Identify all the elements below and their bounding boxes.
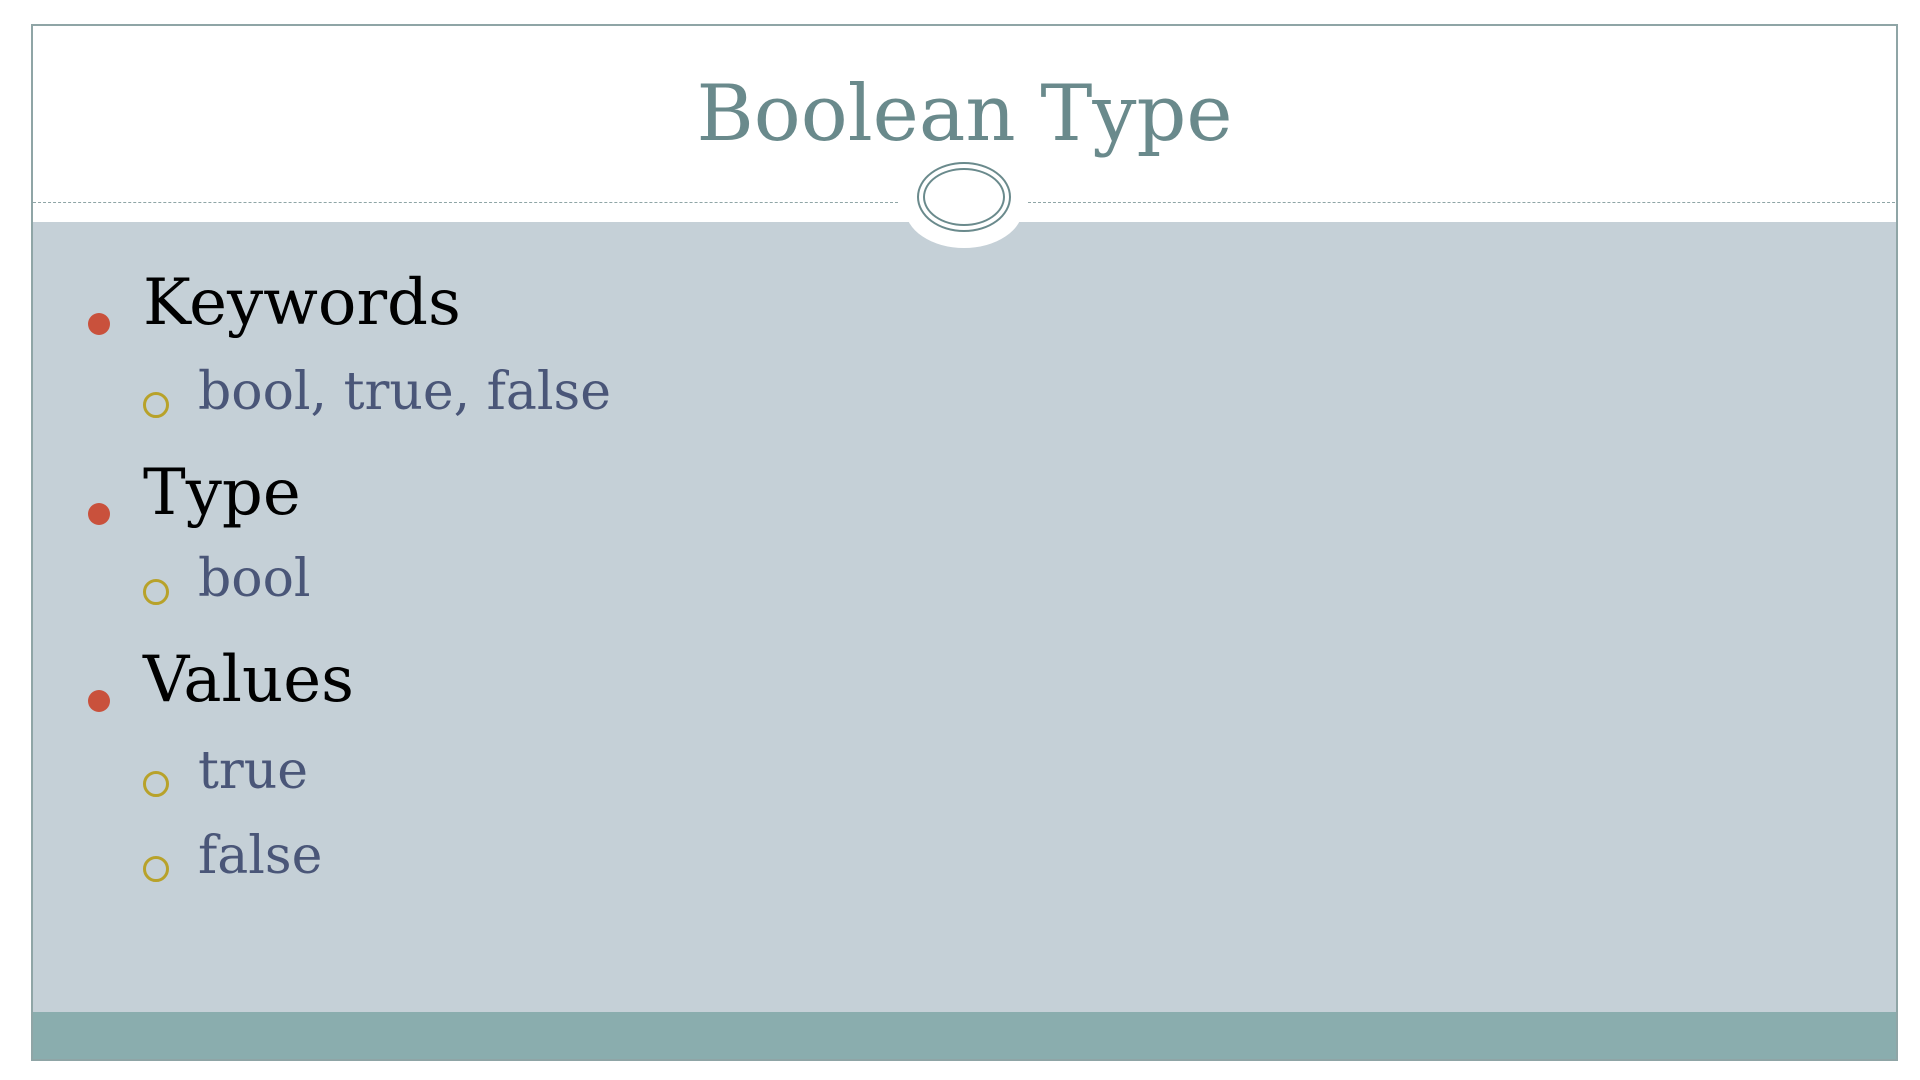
sub-item-values-true: true: [198, 741, 309, 801]
sub-item-keywords-list: bool, true, false: [198, 362, 612, 422]
bullet-item-values: Values: [143, 643, 354, 717]
header-divider-right: [1028, 202, 1896, 203]
footer-band: [33, 1012, 1896, 1059]
bullet-ring-icon: [143, 579, 169, 605]
medallion-inner-ring: [923, 168, 1005, 226]
bullet-dot-icon: [88, 313, 110, 335]
bullet-item-keywords: Keywords: [143, 266, 461, 340]
bullet-dot-icon: [88, 690, 110, 712]
slide: Boolean Type Keywords bool, true, false …: [31, 24, 1898, 1061]
bullet-ring-icon: [143, 856, 169, 882]
bullet-ring-icon: [143, 771, 169, 797]
bullet-item-type: Type: [143, 456, 301, 530]
sub-item-values-false: false: [198, 826, 323, 886]
slide-title: Boolean Type: [696, 69, 1233, 159]
content-area: [33, 222, 1896, 1012]
sub-item-type-bool: bool: [198, 549, 311, 609]
bullet-ring-icon: [143, 392, 169, 418]
header-divider-left: [33, 202, 898, 203]
bullet-dot-icon: [88, 503, 110, 525]
